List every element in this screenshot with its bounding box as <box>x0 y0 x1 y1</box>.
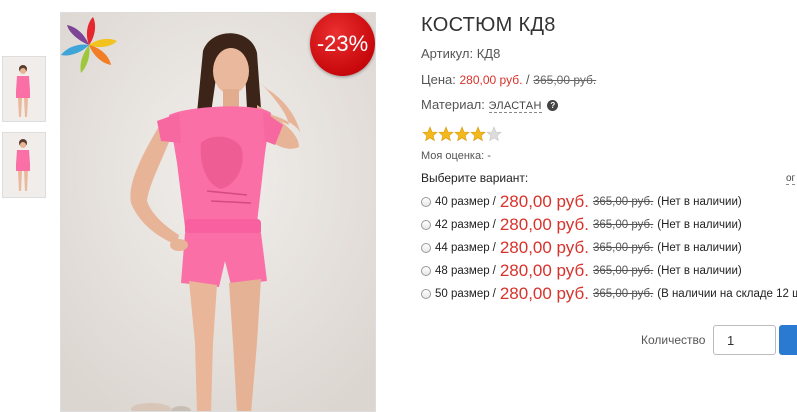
variant-price: 280,00 руб. <box>499 237 589 257</box>
variant-size: 44 размер <box>435 241 490 254</box>
thumbnail-image[interactable] <box>2 56 46 122</box>
quantity-input[interactable] <box>713 325 776 355</box>
price-current: 280,00 руб. <box>459 73 523 87</box>
variant-option[interactable]: 48 размер / 280,00 руб. 365,00 руб. (Нет… <box>421 259 797 282</box>
variant-separator: / <box>492 241 496 254</box>
price-old: 365,00 руб. <box>533 73 597 87</box>
star-filled-icon[interactable] <box>470 126 486 142</box>
variant-size: 50 размер <box>435 287 490 300</box>
variant-separator: / <box>492 218 496 231</box>
product-main-image[interactable]: -23% <box>60 12 376 412</box>
variant-radio[interactable] <box>421 219 431 230</box>
variant-status: (Нет в наличии) <box>657 195 742 208</box>
variant-option[interactable]: 44 размер / 280,00 руб. 365,00 руб. (Нет… <box>421 236 797 259</box>
variant-price: 280,00 руб. <box>499 214 589 234</box>
variant-separator: / <box>492 264 496 277</box>
thumbnail-image[interactable] <box>2 132 46 198</box>
material-label: Материал: <box>421 97 485 112</box>
variant-option[interactable]: 40 размер / 280,00 руб. 365,00 руб. (Нет… <box>421 190 797 213</box>
star-filled-icon[interactable] <box>422 126 438 142</box>
variant-price: 280,00 руб. <box>499 191 589 211</box>
variant-radio[interactable] <box>421 265 431 276</box>
variant-separator: / <box>492 195 496 208</box>
variant-price: 280,00 руб. <box>499 283 589 303</box>
variant-size: 40 размер <box>435 195 490 208</box>
product-title: КОСТЮМ КД8 <box>421 14 556 36</box>
variant-radio[interactable] <box>421 242 431 253</box>
sku-label: Артикул: <box>421 46 474 61</box>
variant-list: 40 размер / 280,00 руб. 365,00 руб. (Нет… <box>421 190 797 305</box>
price-row: Цена: 280,00 руб. / 365,00 руб. <box>421 72 596 87</box>
variant-separator: / <box>492 287 496 300</box>
material-row: Материал: ЭЛАСТАН ? <box>421 97 559 113</box>
variant-option[interactable]: 42 размер / 280,00 руб. 365,00 руб. (Нет… <box>421 213 797 236</box>
sku-row: Артикул: КД8 <box>421 46 500 61</box>
star-empty-icon[interactable] <box>486 126 502 142</box>
rating-stars[interactable] <box>422 126 502 142</box>
material-link[interactable]: ЭЛАСТАН <box>488 100 542 113</box>
variant-prompt: Выберите вариант: <box>421 171 529 185</box>
variant-price: 280,00 руб. <box>499 260 589 280</box>
sku-value: КД8 <box>476 46 501 61</box>
variant-old-price: 365,00 руб. <box>592 195 654 208</box>
star-filled-icon[interactable] <box>454 126 470 142</box>
variant-status: (Нет в наличии) <box>657 264 742 277</box>
thumbnail-list <box>2 56 46 208</box>
variant-old-price: 365,00 руб. <box>592 241 654 254</box>
variant-size: 48 размер <box>435 264 490 277</box>
variant-status: (Нет в наличии) <box>657 241 742 254</box>
variant-old-price: 365,00 руб. <box>592 264 654 277</box>
variant-radio[interactable] <box>421 196 431 207</box>
variant-radio[interactable] <box>421 288 431 299</box>
add-to-cart-button[interactable] <box>779 325 797 355</box>
brand-logo <box>61 17 117 73</box>
my-rating: Моя оценка: - <box>421 150 491 162</box>
quantity-label: Количество <box>641 333 706 347</box>
variant-status: (Нет в наличии) <box>657 218 742 231</box>
price-separator: / <box>526 72 530 87</box>
star-filled-icon[interactable] <box>438 126 454 142</box>
discount-badge: -23% <box>310 13 375 76</box>
variant-link[interactable]: ог <box>786 173 796 185</box>
variant-size: 42 размер <box>435 218 490 231</box>
help-icon[interactable]: ? <box>547 100 559 111</box>
price-label: Цена: <box>421 72 456 87</box>
variant-old-price: 365,00 руб. <box>592 218 654 231</box>
variant-option[interactable]: 50 размер / 280,00 руб. 365,00 руб. (В н… <box>421 282 797 305</box>
variant-old-price: 365,00 руб. <box>592 287 654 300</box>
variant-status: (В наличии на складе 12 шт.) <box>657 287 797 300</box>
